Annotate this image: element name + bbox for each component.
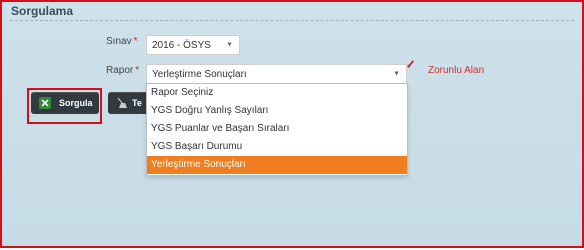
dropdown-option[interactable]: YGS Doğru Yanlış Sayıları: [147, 102, 407, 120]
rapor-label: Rapor *: [106, 65, 139, 76]
sinav-select-value: 2016 - ÖSYS: [152, 39, 211, 51]
temizle-button[interactable]: Te: [108, 92, 148, 114]
panel-divider: [10, 20, 574, 21]
dropdown-option-selected[interactable]: Yerleştirme Sonuçları: [147, 156, 407, 174]
rapor-dropdown-list[interactable]: Rapor Seçiniz YGS Doğru Yanlış Sayıları …: [146, 83, 408, 176]
pencil-icon: [407, 60, 414, 68]
sinav-select[interactable]: 2016 - ÖSYS ▼: [146, 35, 240, 55]
rapor-label-text: Rapor: [106, 65, 134, 76]
temizle-button-label: Te: [132, 98, 142, 108]
sorgula-highlight-box: [27, 88, 102, 124]
chevron-down-icon: ▼: [393, 70, 400, 78]
rapor-required-mark: *: [135, 65, 140, 76]
required-note: Zorunlu Alan: [428, 65, 485, 76]
chevron-down-icon: ▼: [226, 41, 233, 49]
sinav-label: Sınav *: [106, 36, 137, 47]
dropdown-option[interactable]: YGS Puanlar ve Başarı Sıraları: [147, 120, 407, 138]
broom-icon: [117, 97, 127, 108]
sinav-required-mark: *: [133, 36, 138, 47]
dropdown-option[interactable]: Rapor Seçiniz: [147, 84, 407, 102]
rapor-select[interactable]: Yerleştirme Sonuçları ▼: [146, 64, 407, 84]
panel-title: Sorgulama: [11, 4, 74, 18]
sinav-label-text: Sınav: [106, 36, 132, 47]
query-panel: Sorgulama Sınav * 2016 - ÖSYS ▼ Rapor * Ye…: [0, 0, 584, 248]
rapor-select-value: Yerleştirme Sonuçları: [152, 68, 247, 80]
dropdown-option[interactable]: YGS Başarı Durumu: [147, 138, 407, 156]
